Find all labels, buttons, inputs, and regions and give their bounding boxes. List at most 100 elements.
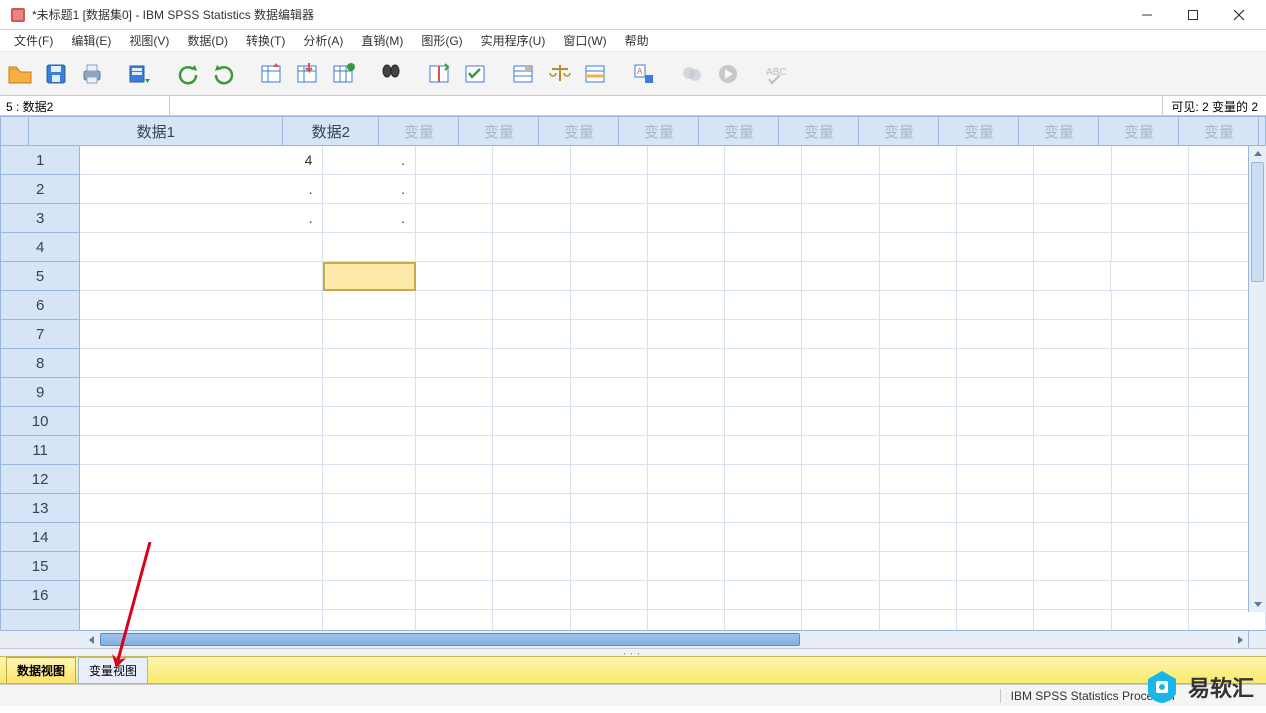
cell[interactable] [323,436,416,465]
menu-utilities[interactable]: 实用程序(U) [473,30,554,51]
cell[interactable] [957,349,1034,378]
cell[interactable] [80,552,323,581]
column-header-empty[interactable]: 变量 [859,116,939,146]
save-icon[interactable] [40,58,72,90]
row-header[interactable]: 16 [0,581,80,610]
cell[interactable] [957,291,1034,320]
row-header[interactable]: 12 [0,465,80,494]
cell[interactable] [416,465,493,494]
cell[interactable] [880,262,957,291]
cell[interactable] [416,581,493,610]
cell[interactable] [1112,204,1189,233]
cell[interactable] [802,378,879,407]
close-button[interactable] [1216,0,1262,30]
cell[interactable]: . [323,204,416,233]
cell[interactable] [1034,494,1111,523]
cell[interactable] [571,204,648,233]
maximize-button[interactable] [1170,0,1216,30]
cell[interactable] [571,349,648,378]
cell[interactable] [725,204,802,233]
cell[interactable] [725,233,802,262]
cell[interactable] [957,523,1034,552]
cell[interactable] [571,146,648,175]
menu-view[interactable]: 视图(V) [121,30,177,51]
cell[interactable] [880,175,957,204]
cell[interactable] [571,233,648,262]
cell[interactable] [493,378,570,407]
minimize-button[interactable] [1124,0,1170,30]
split-file-icon[interactable] [424,58,456,90]
menu-edit[interactable]: 编辑(E) [63,30,119,51]
cell[interactable] [880,233,957,262]
column-header-empty[interactable]: 变量 [939,116,1019,146]
cell[interactable] [648,610,725,630]
cell[interactable] [725,523,802,552]
tab-data-view[interactable]: 数据视图 [6,657,76,683]
row-header[interactable]: 4 [0,233,80,262]
cell[interactable] [802,146,879,175]
cell[interactable] [323,552,416,581]
scroll-left-icon[interactable] [84,631,100,648]
print-icon[interactable] [76,58,108,90]
cell[interactable] [323,262,416,291]
cell[interactable] [648,494,725,523]
cell[interactable] [493,407,570,436]
scroll-right-icon[interactable] [1232,631,1248,648]
cell[interactable] [416,523,493,552]
row-header[interactable]: 15 [0,552,80,581]
cell[interactable] [1112,494,1189,523]
cell[interactable] [1112,146,1189,175]
cell[interactable] [80,494,323,523]
cell[interactable] [1034,581,1111,610]
menu-transform[interactable]: 转换(T) [238,30,293,51]
cell[interactable] [1112,523,1189,552]
cell[interactable] [80,436,323,465]
cell[interactable] [1112,581,1189,610]
cell[interactable] [323,523,416,552]
cell[interactable] [80,262,323,291]
weight-cases-icon[interactable] [544,58,576,90]
cell[interactable] [323,581,416,610]
row-header[interactable]: 7 [0,320,80,349]
row-header[interactable]: 6 [0,291,80,320]
cell[interactable] [802,349,879,378]
cell[interactable] [571,552,648,581]
row-header[interactable]: 13 [0,494,80,523]
menu-data[interactable]: 数据(D) [179,30,236,51]
cell[interactable] [80,291,323,320]
cell[interactable] [957,146,1034,175]
cell[interactable] [648,407,725,436]
cell[interactable] [880,552,957,581]
tab-variable-view[interactable]: 变量视图 [78,657,148,683]
cell[interactable] [1112,436,1189,465]
menu-direct-marketing[interactable]: 直销(M) [353,30,411,51]
cell[interactable] [725,436,802,465]
cell[interactable] [80,407,323,436]
column-header-2[interactable]: 数据2 [283,116,379,146]
cell[interactable] [493,581,570,610]
cell[interactable] [416,610,493,630]
cell[interactable] [802,291,879,320]
horizontal-scrollbar[interactable] [84,631,1248,648]
split-grip[interactable] [0,648,1266,656]
cell[interactable] [957,320,1034,349]
cell[interactable] [416,378,493,407]
cell[interactable] [1034,146,1111,175]
cell[interactable] [416,494,493,523]
cell[interactable] [880,320,957,349]
cell[interactable] [493,494,570,523]
cell[interactable] [493,204,570,233]
cell[interactable] [802,523,879,552]
cell[interactable] [416,233,493,262]
menu-file[interactable]: 文件(F) [6,30,61,51]
cell[interactable] [493,552,570,581]
cell[interactable] [802,320,879,349]
cell[interactable] [571,262,648,291]
row-header[interactable]: 3 [0,204,80,233]
cell[interactable] [957,175,1034,204]
undo-icon[interactable] [172,58,204,90]
goto-variable-icon[interactable] [292,58,324,90]
row-header[interactable] [0,610,80,630]
cell[interactable] [880,146,957,175]
cell[interactable] [1034,291,1111,320]
